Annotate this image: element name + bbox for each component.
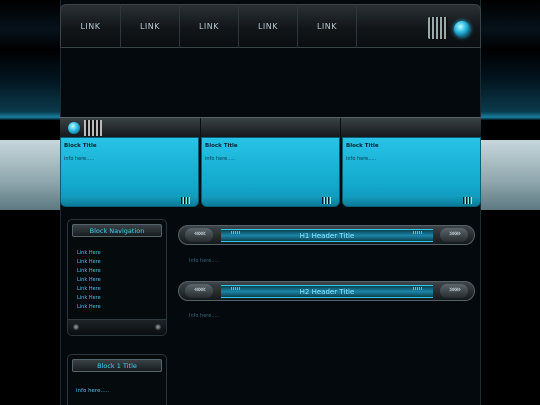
block-info: info here..... [346,156,377,162]
screw-icon [155,324,161,330]
h1-header-bar: ««« H1 Header Title »»» [178,225,475,245]
sidebar-block-info: info here..... [76,388,110,394]
sidebar-link-list: Link Here Link Here Link Here Link Here … [77,249,101,312]
nav-link-5[interactable]: LINK [298,4,357,48]
strip-divider [340,118,341,138]
dots-icon [413,231,423,234]
orb-button-icon[interactable] [454,21,470,37]
grille-icon [181,197,190,204]
sidebar-block-1: Block 1 Title info here..... [67,354,167,405]
nav-link-4[interactable]: LINK [239,4,298,48]
content-block-1: Block Title info here..... [60,137,199,207]
grille-icon [84,120,102,136]
h2-header-bar: ««« H2 Header Title »»» [178,281,475,301]
blocks-header-strip [60,117,481,138]
grille-icon [322,197,331,204]
block-info: info here..... [205,156,236,162]
block-title: Block Title [346,143,379,149]
sidebar-navigation-box: Block Navigation Link Here Link Here Lin… [67,219,167,336]
screw-icon [73,324,79,330]
sidebar-link-7[interactable]: Link Here [77,303,101,312]
orb-icon [68,122,80,134]
sidebar-link-2[interactable]: Link Here [77,258,101,267]
nav-link-2[interactable]: LINK [121,4,180,48]
top-nav-bar: LINK LINK LINK LINK LINK [60,4,481,48]
content-block-2: Block Title info here..... [201,137,340,207]
h1-title-plate: H1 Header Title [221,229,433,242]
sidebar-link-4[interactable]: Link Here [77,276,101,285]
sidebar-link-5[interactable]: Link Here [77,285,101,294]
sidebar-link-1[interactable]: Link Here [77,249,101,258]
h2-header-title: H2 Header Title [299,288,355,296]
block-footer [61,195,198,206]
block-title: Block Title [205,143,238,149]
sidebar-box-footer [68,319,166,335]
h1-info-text: Info here..... [189,258,220,264]
block-footer [202,195,339,206]
sidebar-link-3[interactable]: Link Here [77,267,101,276]
block-footer [343,195,480,206]
sidebar-block-title: Block 1 Title [72,359,162,372]
dots-icon [413,287,423,290]
nav-link-1[interactable]: LINK [61,4,121,48]
h2-info-text: Info here..... [189,313,220,319]
arrow-left-icon[interactable]: ««« [185,228,213,242]
h2-title-plate: H2 Header Title [221,285,433,298]
dots-icon [231,287,241,290]
block-title: Block Title [64,143,97,149]
dots-icon [231,231,241,234]
h1-header-title: H1 Header Title [299,232,355,240]
arrow-left-icon[interactable]: ««« [185,284,213,298]
arrow-right-icon[interactable]: »»» [440,284,468,298]
content-block-3: Block Title info here..... [342,137,481,207]
sidebar-link-6[interactable]: Link Here [77,294,101,303]
grille-icon [463,197,472,204]
strip-divider [200,118,201,138]
block-info: info here..... [64,156,95,162]
nav-link-3[interactable]: LINK [180,4,239,48]
arrow-right-icon[interactable]: »»» [440,228,468,242]
grille-icon [428,17,448,39]
sidebar-nav-title: Block Navigation [72,224,162,237]
